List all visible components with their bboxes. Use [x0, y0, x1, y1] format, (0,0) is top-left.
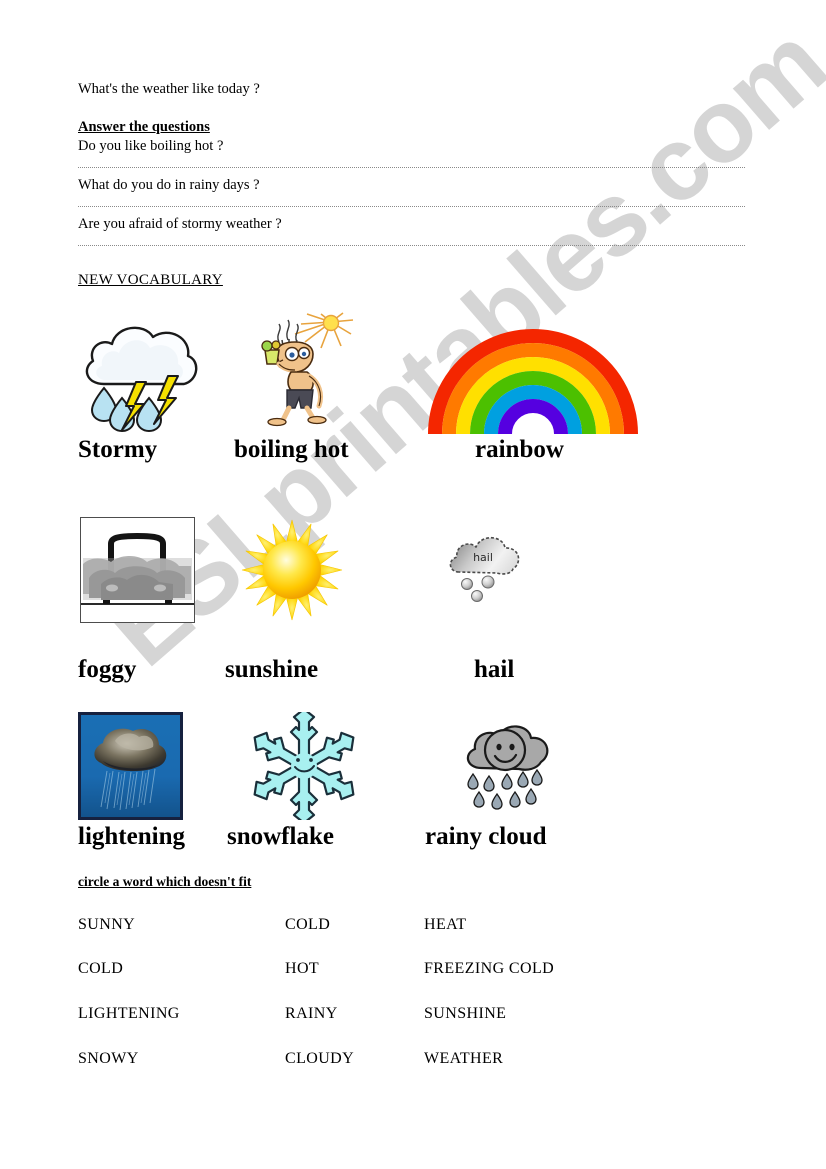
rainy-cloud-smiley-icon	[455, 716, 567, 820]
answer-line-1[interactable]	[78, 166, 745, 168]
vocab-label-foggy: foggy	[78, 656, 137, 683]
vocab-label-boiling-hot: boiling hot	[234, 436, 349, 463]
answer-line-2[interactable]	[78, 205, 745, 207]
sun-icon	[238, 518, 346, 622]
man-sweating-in-sun-icon	[243, 312, 355, 432]
vocab-label-stormy: Stormy	[78, 436, 158, 463]
answer-line-3[interactable]	[78, 244, 745, 246]
vocab-label-sunshine: sunshine	[225, 656, 319, 683]
vocab-label-rainy-cloud: rainy cloud	[425, 823, 547, 850]
word-cell[interactable]: CLOUDY	[285, 1050, 354, 1068]
word-cell[interactable]: RAINY	[285, 1005, 338, 1023]
worksheet-page: What's the weather like today ? Answer t…	[0, 0, 826, 1169]
word-cell[interactable]: SUNSHINE	[424, 1005, 506, 1023]
vocab-label-hail: hail	[474, 656, 515, 683]
word-cell[interactable]: SNOWY	[78, 1050, 139, 1068]
vocab-label-rainbow: rainbow	[475, 436, 564, 463]
lightning-storm-photo-icon	[78, 712, 183, 820]
word-cell[interactable]: COLD	[78, 960, 123, 978]
hail-cloud-icon: hail	[445, 528, 525, 618]
word-cell[interactable]: LIGHTENING	[78, 1005, 180, 1023]
vocab-label-lightening: lightening	[78, 823, 185, 850]
answer-question-2: What do you do in rainy days ?	[78, 177, 260, 193]
storm-cloud-rain-lightning-icon	[74, 312, 204, 434]
hail-cloud-text: hail	[473, 551, 493, 564]
answer-question-1: Do you like boiling hot ?	[78, 138, 224, 154]
word-cell[interactable]: HEAT	[424, 916, 466, 934]
snowflake-smiley-icon	[250, 707, 358, 825]
vocab-label-snowflake: snowflake	[227, 823, 334, 850]
word-cell[interactable]: SUNNY	[78, 916, 135, 934]
intro-question: What's the weather like today ?	[78, 81, 260, 97]
rainbow-icon	[428, 328, 638, 434]
word-cell[interactable]: WEATHER	[424, 1050, 503, 1068]
answer-question-3: Are you afraid of stormy weather ?	[78, 216, 282, 232]
word-cell[interactable]: HOT	[285, 960, 319, 978]
car-in-fog-icon	[80, 517, 195, 623]
word-cell[interactable]: COLD	[285, 916, 330, 934]
word-cell[interactable]: FREEZING COLD	[424, 960, 554, 978]
new-vocabulary-heading: NEW VOCABULARY	[78, 272, 223, 288]
odd-one-out-heading: circle a word which doesn't fit	[78, 874, 252, 889]
answer-section-heading: Answer the questions	[78, 119, 210, 135]
